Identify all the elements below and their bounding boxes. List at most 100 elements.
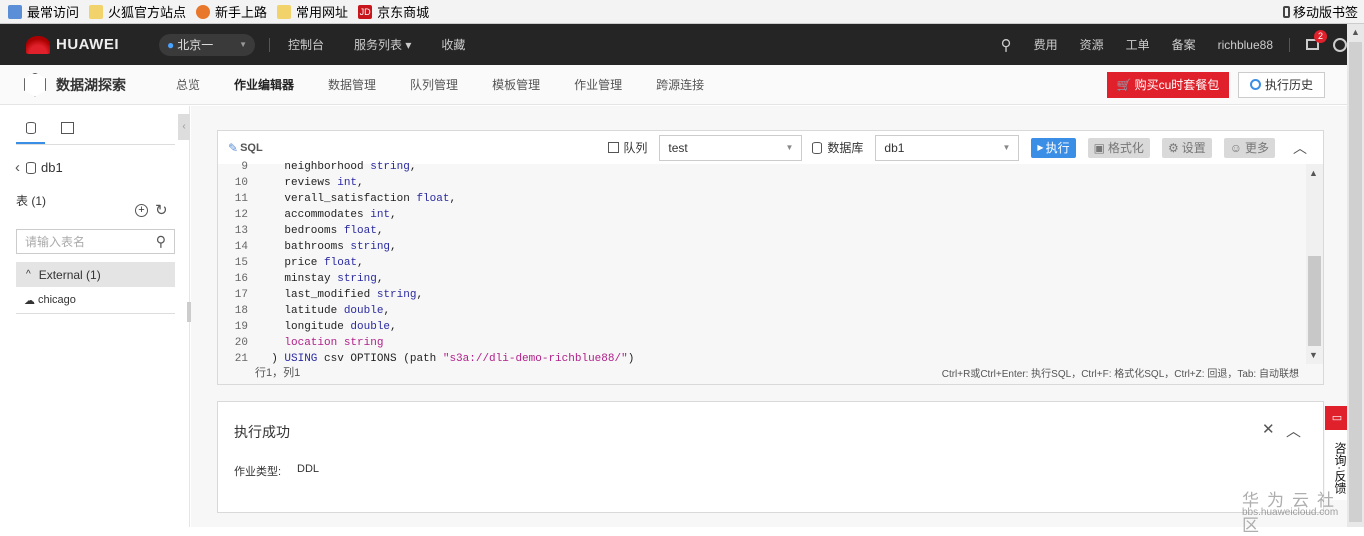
bookmark[interactable]: 新手上路 xyxy=(196,2,267,21)
bookmark-icon xyxy=(8,4,22,19)
group-external[interactable]: ^ External (1) xyxy=(16,262,175,287)
tab-sql-editor[interactable]: 作业编辑器 xyxy=(234,76,294,93)
bookmark[interactable]: 最常访问 xyxy=(8,2,79,21)
message-icon[interactable]: 2 xyxy=(1306,30,1327,50)
mobile-bookmarks-label: 移动版书签 xyxy=(1292,5,1358,20)
divider xyxy=(269,37,270,52)
nav-service-list[interactable]: 服务列表 ▾ xyxy=(354,36,411,53)
line-number: 19 xyxy=(234,321,248,333)
code-punct: , xyxy=(409,161,417,173)
format-button[interactable]: ▣ 格式化 xyxy=(1087,137,1150,158)
tab-databases[interactable] xyxy=(16,118,45,144)
add-table-icon[interactable]: + xyxy=(135,204,148,217)
refresh-icon[interactable]: ↻ xyxy=(155,201,168,219)
tab-queues[interactable] xyxy=(61,122,74,134)
back-to-databases[interactable]: ‹ db1 xyxy=(15,159,63,176)
bookmark-label: 最常访问 xyxy=(27,5,80,20)
page-scroll-thumb[interactable] xyxy=(1349,42,1362,522)
scroll-down-icon[interactable]: ▼ xyxy=(1309,350,1318,360)
buy-cu-package-button[interactable]: 🛒 购买cu时套餐包 xyxy=(1107,71,1229,98)
cart-icon: 🛒 xyxy=(1116,77,1132,92)
table-search-input[interactable]: 请输入表名 ⚲ xyxy=(16,229,175,254)
bookmark[interactable]: 火狐官方站点 xyxy=(89,2,186,21)
run-label: 执行 xyxy=(1045,141,1070,155)
tab-overview[interactable]: 总览 xyxy=(176,76,200,93)
feedback-chat-icon[interactable]: ▭ xyxy=(1325,406,1349,430)
settings-button[interactable]: ⚙ 设置 xyxy=(1161,137,1212,158)
queue-icon xyxy=(608,142,620,153)
more-button[interactable]: ☺ 更多 xyxy=(1223,137,1275,158)
code-punct: , xyxy=(390,209,397,221)
close-icon[interactable]: ✕ xyxy=(1262,420,1275,438)
search-icon[interactable]: ⚲ xyxy=(1001,36,1012,54)
format-icon: ▣ xyxy=(1093,140,1105,155)
page-scrollbar[interactable]: ▲ xyxy=(1347,24,1364,527)
nav-resources[interactable]: 资源 xyxy=(1080,36,1104,53)
job-type-label: 作业类型: xyxy=(234,466,282,478)
code-text: latitude xyxy=(258,305,344,317)
code-line: 12 accommodates int, xyxy=(218,207,1303,223)
tab-data-management[interactable]: 数据管理 xyxy=(328,76,376,93)
code-text: verall_satisfaction xyxy=(258,193,417,205)
sidebar: ‹ db1 表 (1) + ↻ 请输入表名 ⚲ ^ External (1) ☁ chi… xyxy=(0,106,191,527)
code-line: 11 verall_satisfaction float, xyxy=(218,191,1303,207)
divider xyxy=(1289,37,1290,52)
run-button[interactable]: ▶ 执行 xyxy=(1031,137,1076,158)
scroll-thumb[interactable] xyxy=(1308,256,1321,346)
code-text: accommodates xyxy=(258,209,371,221)
code-text: last_modified xyxy=(258,289,377,301)
code-keyword: double xyxy=(343,305,384,317)
code-keyword: float xyxy=(343,225,377,237)
database-label: 数据库 xyxy=(827,141,864,155)
table-item[interactable]: ☁ chicago xyxy=(16,287,175,314)
tab-job-management[interactable]: 作业管理 xyxy=(574,76,622,93)
nav-tickets[interactable]: 工单 xyxy=(1126,36,1150,53)
mobile-bookmarks[interactable]: 移动版书签 xyxy=(1282,2,1358,21)
tab-queue-management[interactable]: 队列管理 xyxy=(410,76,458,93)
user-menu[interactable]: richblue88 xyxy=(1218,38,1273,52)
collapse-sidebar-handle[interactable]: ‹ xyxy=(178,114,190,140)
line-number: 15 xyxy=(234,257,248,269)
scroll-up-icon[interactable]: ▲ xyxy=(1351,27,1360,37)
collapse-editor-icon[interactable]: ︿ xyxy=(1293,138,1307,158)
nav-favorites[interactable]: 收藏 xyxy=(441,36,465,53)
search-icon[interactable]: ⚲ xyxy=(156,233,166,250)
code-text: bathrooms xyxy=(258,241,351,253)
code-punct: , xyxy=(357,257,364,269)
region-select[interactable]: ● 北京一 ▼ xyxy=(159,33,255,56)
code-keyword: string xyxy=(370,161,410,173)
database-value: db1 xyxy=(884,140,905,155)
format-label: 格式化 xyxy=(1107,141,1144,155)
bookmark[interactable]: 常用网址 xyxy=(277,2,348,21)
scroll-up-icon[interactable]: ▲ xyxy=(1309,168,1318,178)
chevron-up-icon: ^ xyxy=(26,269,31,280)
huawei-flower-icon xyxy=(26,35,50,54)
code-lines: 9 neighborhood string, 10 reviews int, 11 … xyxy=(218,159,1303,367)
nav-console[interactable]: 控制台 xyxy=(288,36,324,53)
caret-down-icon: ▼ xyxy=(785,143,794,152)
code-area[interactable]: 9 neighborhood string, 10 reviews int, 11 … xyxy=(218,161,1323,384)
clock-icon[interactable] xyxy=(1333,37,1347,52)
nav-billing[interactable]: 费用 xyxy=(1034,36,1058,53)
code-punct: , xyxy=(383,305,391,317)
cloud-icon: ☁ xyxy=(24,294,35,307)
tab-template-management[interactable]: 模板管理 xyxy=(492,76,540,93)
code-line: 14 bathrooms string, xyxy=(218,239,1303,255)
line-number: 18 xyxy=(234,305,248,317)
line-number: 13 xyxy=(234,225,248,237)
collapse-result-icon[interactable]: ︿ xyxy=(1286,420,1301,441)
caret-down-icon: ▼ xyxy=(239,40,247,49)
editor-scrollbar[interactable]: ▲ ▼ xyxy=(1306,164,1323,364)
code-text: location string xyxy=(258,337,384,349)
execution-history-button[interactable]: 执行历史 xyxy=(1238,71,1325,98)
database-icon xyxy=(812,141,823,154)
huawei-logo[interactable]: HUAWEI xyxy=(26,35,119,54)
nav-icp[interactable]: 备案 xyxy=(1172,36,1196,53)
database-select[interactable]: db1 ▼ xyxy=(875,134,1020,161)
dli-logo-icon xyxy=(24,72,46,97)
queue-select[interactable]: test ▼ xyxy=(659,134,803,161)
tab-datasource-connections[interactable]: 跨源连接 xyxy=(656,76,704,93)
group-label: External (1) xyxy=(38,267,101,282)
tables-heading: 表 (1) xyxy=(16,194,47,208)
bookmark[interactable]: JD 京东商城 xyxy=(358,2,429,21)
